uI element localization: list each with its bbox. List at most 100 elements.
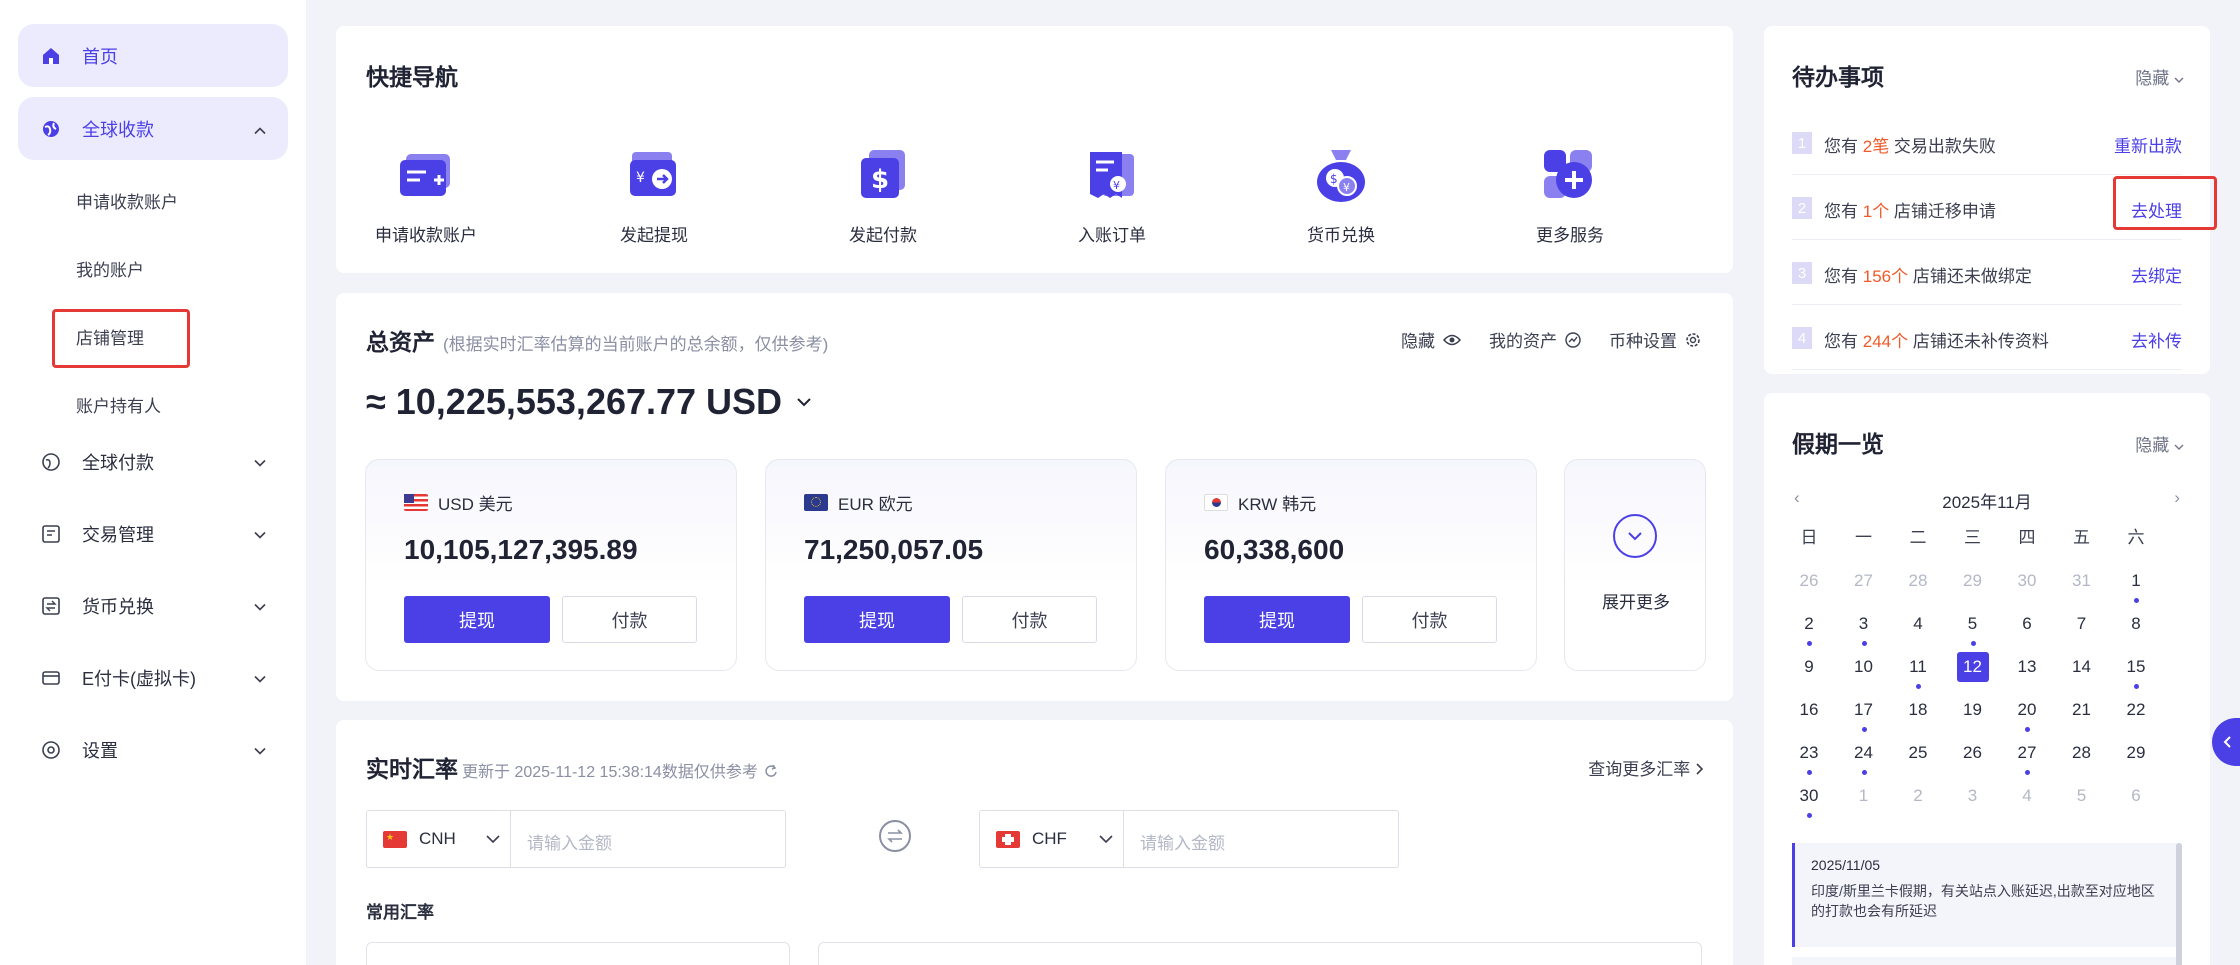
calendar-day-number: 3 — [1967, 786, 1978, 805]
expand-more-card[interactable]: 展开更多 — [1564, 459, 1706, 671]
calendar-day[interactable]: 1 — [2109, 566, 2163, 609]
pay-usd-button[interactable]: 付款 — [562, 596, 697, 643]
calendar-day[interactable]: 29 — [1946, 566, 2000, 609]
svg-text:¥: ¥ — [636, 170, 645, 186]
scrollbar[interactable] — [2176, 843, 2182, 965]
nav-global-collect[interactable]: 全球收款 — [18, 97, 288, 160]
nav-account-holder[interactable]: 账户持有人 — [76, 392, 161, 417]
calendar-day[interactable]: 8 — [2109, 609, 2163, 652]
calendar-day[interactable]: 4 — [1891, 609, 1945, 652]
calendar-day[interactable]: 5 — [2055, 781, 2109, 824]
nav-ecard[interactable]: E付卡(虚拟卡) — [18, 646, 288, 709]
holiday-title: 假期一览 — [1792, 431, 1884, 457]
calendar-day[interactable]: 11 — [1891, 652, 1945, 695]
currency-settings-button[interactable]: 币种设置 — [1609, 327, 1701, 352]
common-rate-card — [366, 942, 790, 965]
refresh-icon[interactable] — [764, 764, 778, 778]
to-amount-input[interactable]: 请输入金额 — [1140, 829, 1225, 854]
globe-icon — [40, 118, 62, 140]
calendar-day[interactable]: 30 — [1782, 781, 1836, 824]
nav-my-account[interactable]: 我的账户 — [76, 256, 144, 281]
calendar-day[interactable]: 4 — [2000, 781, 2054, 824]
order-icon: ¥ — [1082, 146, 1142, 206]
calendar-day[interactable]: 6 — [2109, 781, 2163, 824]
withdraw-icon: ¥ — [624, 146, 684, 206]
calendar-day[interactable]: 29 — [2109, 738, 2163, 781]
calendar-weekday: 二 — [1891, 523, 1945, 566]
calendar-day[interactable]: 2 — [1891, 781, 1945, 824]
more-rates-link[interactable]: 查询更多汇率 — [1588, 755, 1704, 780]
my-assets-button[interactable]: 我的资产 — [1489, 327, 1581, 352]
calendar-day[interactable]: 27 — [2000, 738, 2054, 781]
calendar-month: 2025年11月 — [1942, 493, 2032, 512]
calendar-day[interactable]: 31 — [2055, 566, 2109, 609]
chevron-right-icon[interactable]: › — [2174, 488, 2180, 508]
calendar-day[interactable]: 23 — [1782, 738, 1836, 781]
swap-currency-button[interactable] — [879, 820, 911, 852]
todo-number: 3 — [1792, 262, 1812, 284]
calendar-day[interactable]: 15 — [2109, 652, 2163, 695]
nav-apply-account[interactable]: 申请收款账户 — [76, 188, 178, 213]
calendar-day[interactable]: 13 — [2000, 652, 2054, 695]
calendar-day[interactable]: 3 — [1946, 781, 2000, 824]
nav-home[interactable]: 首页 — [18, 24, 288, 87]
withdraw-krw-button[interactable]: 提现 — [1204, 596, 1350, 643]
calendar-day-number: 28 — [1908, 571, 1928, 590]
calendar-day[interactable]: 6 — [2000, 609, 2054, 652]
calendar-day[interactable]: 14 — [2055, 652, 2109, 695]
pay-krw-button[interactable]: 付款 — [1362, 596, 1497, 643]
calendar-day[interactable]: 21 — [2055, 695, 2109, 738]
nav-trade-management[interactable]: 交易管理 — [18, 502, 288, 565]
calendar-day-number: 9 — [1804, 657, 1814, 676]
hide-assets-button[interactable]: 隐藏 — [1401, 327, 1461, 352]
calendar-day[interactable]: 26 — [1782, 566, 1836, 609]
holiday-dot — [1970, 641, 1976, 646]
calendar-day[interactable]: 28 — [1891, 566, 1945, 609]
calendar-day[interactable]: 24 — [1837, 738, 1891, 781]
redo-payout-link[interactable]: 重新出款 — [2114, 132, 2182, 157]
calendar-weekday: 四 — [2000, 523, 2054, 566]
calendar-day-number: 1 — [2131, 571, 2141, 590]
calendar-day[interactable]: 27 — [1837, 566, 1891, 609]
calendar-day[interactable]: 2 — [1782, 609, 1836, 652]
calendar-day-today[interactable]: 12 — [1946, 652, 2000, 695]
nav-currency-exchange[interactable]: 货币兑换 — [18, 574, 288, 637]
todo-text-post: 店铺还未做绑定 — [1908, 267, 2032, 286]
calendar-day[interactable]: 18 — [1891, 695, 1945, 738]
common-rate-card — [818, 942, 1702, 965]
side-collapse-tab[interactable] — [2212, 718, 2240, 766]
calendar-day[interactable]: 20 — [2000, 695, 2054, 738]
calendar-day[interactable]: 7 — [2055, 609, 2109, 652]
from-amount-input[interactable]: 请输入金额 — [527, 829, 612, 854]
holiday-dot — [1807, 770, 1812, 775]
calendar-day[interactable]: 28 — [2055, 738, 2109, 781]
calendar-day[interactable]: 10 — [1837, 652, 1891, 695]
todo-hide-button[interactable]: 隐藏 — [2135, 64, 2184, 89]
calendar-day[interactable]: 26 — [1946, 738, 2000, 781]
calendar-day[interactable]: 9 — [1782, 652, 1836, 695]
calendar-day[interactable]: 30 — [2000, 566, 2054, 609]
chevron-right-icon — [1696, 763, 1704, 775]
calendar-day[interactable]: 5 — [1946, 609, 2000, 652]
upload-link[interactable]: 去补传 — [2131, 327, 2182, 352]
to-currency-select[interactable]: CHF — [980, 811, 1124, 867]
calendar-day[interactable]: 1 — [1837, 781, 1891, 824]
holiday-hide-button[interactable]: 隐藏 — [2135, 431, 2184, 456]
bind-link[interactable]: 去绑定 — [2131, 262, 2182, 287]
from-currency-select[interactable]: ★ CNH — [367, 811, 511, 867]
calendar-day[interactable]: 25 — [1891, 738, 1945, 781]
calendar-day[interactable]: 22 — [2109, 695, 2163, 738]
nav-global-pay[interactable]: 全球付款 — [18, 430, 288, 493]
calendar-day[interactable]: 16 — [1782, 695, 1836, 738]
calendar-day[interactable]: 19 — [1946, 695, 2000, 738]
pay-eur-button[interactable]: 付款 — [962, 596, 1097, 643]
nav-settings[interactable]: 设置 — [18, 718, 288, 781]
withdraw-usd-button[interactable]: 提现 — [404, 596, 550, 643]
calendar-day[interactable]: 17 — [1837, 695, 1891, 738]
assets-card: 总资产 (根据实时汇率估算的当前账户的总余额，仅供参考) 隐藏 我的资产 币种设置… — [336, 293, 1733, 701]
calendar-day[interactable]: 3 — [1837, 609, 1891, 652]
withdraw-eur-button[interactable]: 提现 — [804, 596, 950, 643]
more-rates-label: 查询更多汇率 — [1588, 760, 1691, 779]
total-assets[interactable]: ≈ 10,225,553,267.77 USD — [366, 381, 812, 423]
holiday-dot — [2025, 727, 2030, 732]
